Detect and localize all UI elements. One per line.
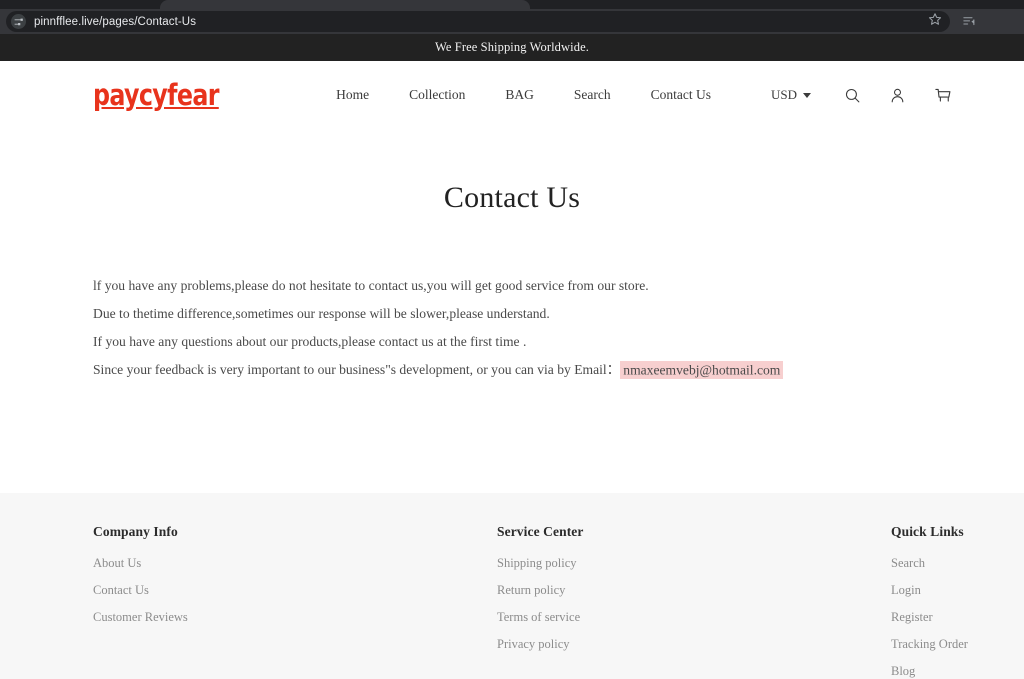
search-icon[interactable] [844, 87, 861, 104]
footer-link-login[interactable]: Login [891, 583, 1024, 598]
nav-item-home[interactable]: Home [336, 87, 369, 103]
nav-item-bag[interactable]: BAG [505, 87, 534, 103]
browser-chrome: pinnfflee.live/pages/Contact-Us [0, 0, 1024, 34]
footer-link-tracking-order[interactable]: Tracking Order [891, 637, 1024, 652]
footer-link-search[interactable]: Search [891, 556, 1024, 571]
contact-paragraph-2: Due to thetime difference,sometimes our … [93, 306, 550, 322]
nav-item-search[interactable]: Search [574, 87, 611, 103]
tune-sliders-icon[interactable] [11, 14, 26, 29]
currency-selector[interactable]: USD [771, 87, 811, 103]
footer-link-contact-us[interactable]: Contact Us [93, 583, 497, 598]
page-title: Contact Us [443, 181, 581, 214]
reading-list-icon[interactable] [962, 14, 977, 29]
account-icon[interactable] [889, 87, 906, 104]
contact-paragraph-1: lf you have any problems,please do not h… [93, 278, 649, 293]
footer-link-about-us[interactable]: About Us [93, 556, 497, 571]
footer-column-company-info: Company Info About Us Contact Us Custome… [93, 524, 497, 679]
contact-email-lead-text: Since your feedback is very important to… [93, 362, 621, 378]
star-icon[interactable] [928, 12, 942, 31]
footer-link-shipping-policy[interactable]: Shipping policy [497, 556, 891, 571]
cart-icon[interactable] [934, 86, 952, 104]
browser-toolbar: pinnfflee.live/pages/Contact-Us [0, 9, 1024, 34]
contact-paragraph-3: If you have any questions about our prod… [93, 334, 527, 350]
contact-email-address[interactable]: nmaxeemvebj@hotmail.com [620, 360, 784, 379]
chevron-down-icon [803, 92, 811, 98]
contact-body: lf you have any problems,please do not h… [0, 215, 1024, 379]
address-bar-url: pinnfflee.live/pages/Contact-Us [34, 15, 197, 28]
site-header: paycyfear Home Collection BAG Search Con… [0, 61, 1024, 129]
main-navigation: Home Collection BAG Search Contact Us [336, 87, 711, 103]
browser-tab-strip [0, 0, 1024, 9]
contact-paragraph-4: Since your feedback is very important to… [93, 360, 1024, 379]
nav-item-contact-us[interactable]: Contact Us [651, 87, 711, 103]
page-main: Contact Us lf you have any problems,plea… [0, 129, 1024, 493]
header-actions: USD [771, 86, 952, 104]
footer-link-register[interactable]: Register [891, 610, 1024, 625]
footer-heading-company-info: Company Info [93, 524, 178, 539]
footer-columns: Company Info About Us Contact Us Custome… [0, 524, 1024, 679]
footer-link-return-policy[interactable]: Return policy [497, 583, 891, 598]
footer-link-customer-reviews[interactable]: Customer Reviews [93, 610, 497, 625]
announcement-text: We Free Shipping Worldwide. [435, 40, 589, 54]
nav-item-collection[interactable]: Collection [409, 87, 465, 103]
site-logo[interactable]: paycyfear [93, 80, 219, 110]
footer-link-privacy-policy[interactable]: Privacy policy [497, 637, 891, 652]
footer-heading-service-center: Service Center [497, 524, 584, 539]
footer-column-quick-links: Quick Links Search Login Register Tracki… [891, 524, 1024, 679]
footer-link-terms-of-service[interactable]: Terms of service [497, 610, 891, 625]
browser-tab-active[interactable] [160, 0, 530, 9]
announcement-bar: We Free Shipping Worldwide. [0, 34, 1024, 61]
footer-heading-quick-links: Quick Links [891, 524, 964, 539]
currency-selector-value: USD [770, 87, 797, 102]
address-bar[interactable]: pinnfflee.live/pages/Contact-Us [6, 11, 950, 32]
footer-link-blog[interactable]: Blog [891, 664, 1024, 679]
footer-column-service-center: Service Center Shipping policy Return po… [497, 524, 891, 679]
site-footer: Company Info About Us Contact Us Custome… [0, 493, 1024, 679]
